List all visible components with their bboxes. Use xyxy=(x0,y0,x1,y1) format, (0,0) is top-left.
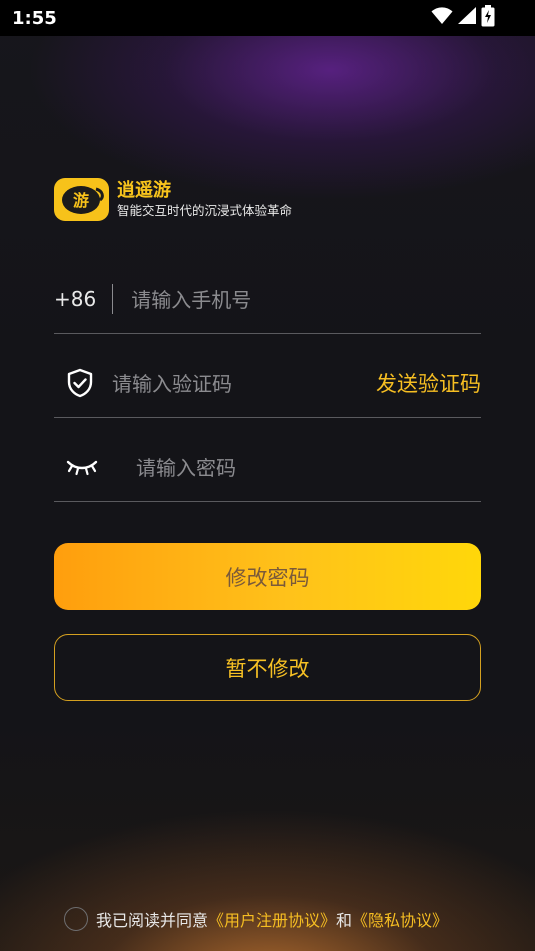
status-time: 1:55 xyxy=(12,8,57,29)
verification-code-field[interactable]: 请输入验证码 发送验证码 xyxy=(54,348,481,418)
status-icons xyxy=(431,5,495,31)
phone-divider xyxy=(112,283,114,314)
agreement-prefix: 我已阅读并同意 xyxy=(96,911,209,930)
app-logo-icon: 游 xyxy=(54,178,109,221)
skip-change-button[interactable]: 暂不修改 xyxy=(54,634,481,701)
logo-badge-text: 游 xyxy=(72,191,88,210)
verification-code-input[interactable]: 请输入验证码 xyxy=(112,368,232,397)
privacy-policy-link[interactable]: 《隐私协议》 xyxy=(352,907,448,931)
status-bar: 1:55 xyxy=(0,0,535,36)
app-slogan: 智能交互时代的沉浸式体验革命 xyxy=(117,202,293,218)
eye-closed-icon[interactable] xyxy=(66,458,98,476)
phone-field[interactable]: +86 请输入手机号 xyxy=(54,264,481,334)
user-agreement-link[interactable]: 《用户注册协议》 xyxy=(208,907,336,931)
phone-input[interactable]: 请输入手机号 xyxy=(131,284,251,313)
agreement-row: 我已阅读并同意 《用户注册协议》 和 《隐私协议》 xyxy=(64,907,448,931)
app-name: 逍遥游 xyxy=(117,179,171,201)
wifi-icon xyxy=(431,7,453,29)
agreement-checkbox[interactable] xyxy=(64,907,88,931)
agreement-conjunction: 和 xyxy=(336,911,353,930)
shield-check-icon xyxy=(66,368,94,398)
password-input[interactable]: 请输入密码 xyxy=(136,452,236,481)
battery-charging-icon xyxy=(481,5,495,31)
password-field[interactable]: 请输入密码 xyxy=(54,432,481,502)
change-password-button[interactable]: 修改密码 xyxy=(54,543,481,610)
send-code-button[interactable]: 发送验证码 xyxy=(376,368,481,398)
cell-signal-icon xyxy=(457,7,477,29)
brand-logo: 游 逍遥游 智能交互时代的沉浸式体验革命 xyxy=(54,178,292,221)
country-code[interactable]: +86 xyxy=(54,287,96,311)
